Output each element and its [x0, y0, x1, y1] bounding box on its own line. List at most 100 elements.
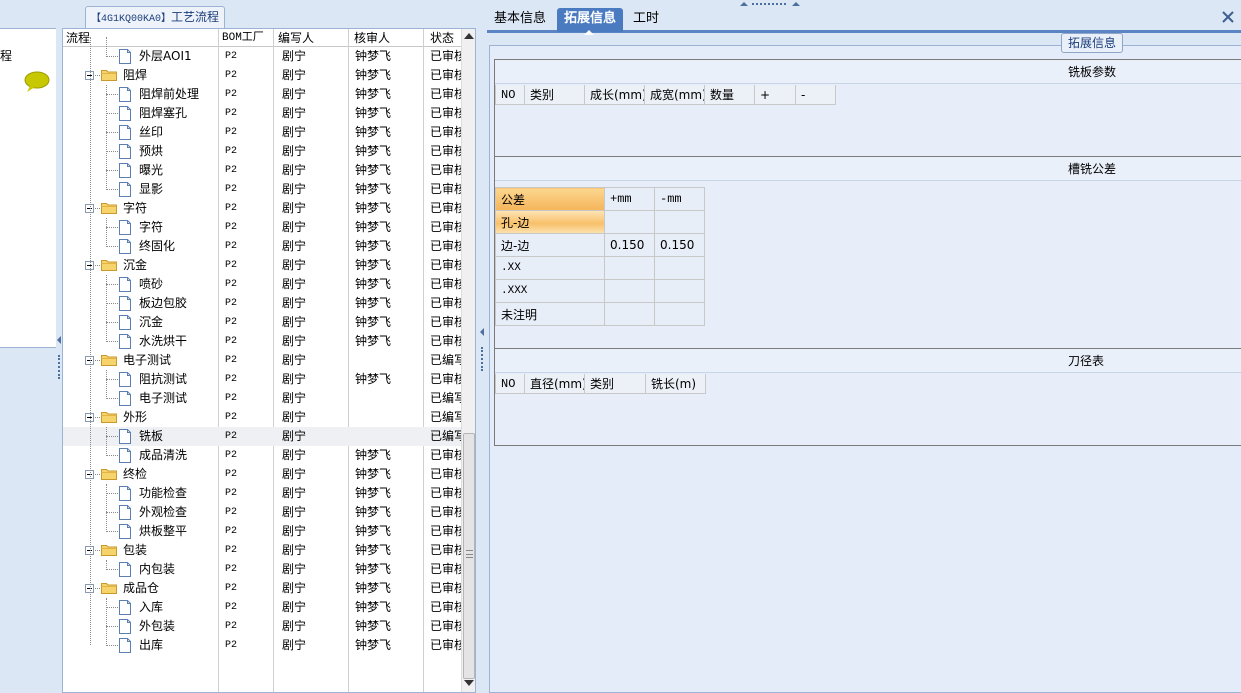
tree-node-label[interactable]: 铣板 [139, 427, 163, 446]
tree-row[interactable]: 预烘 P2 剧宁 钟梦飞 已审核 [63, 142, 461, 161]
tree-node-label[interactable]: 阻焊塞孔 [139, 104, 187, 123]
tree-node-label[interactable]: 阻焊 [123, 66, 147, 85]
tree-row[interactable]: 沉金 P2 剧宁 钟梦飞 已审核 [63, 256, 461, 275]
tolerance-row-label[interactable]: 孔-边 [495, 210, 605, 234]
tree-node-label[interactable]: 沉金 [123, 256, 147, 275]
tolerance-row-label[interactable]: .XXX [495, 279, 605, 303]
tree-row[interactable]: 电子测试 P2 剧宁 已编写 [63, 351, 461, 370]
tree-row[interactable]: 阻焊前处理 P2 剧宁 钟梦飞 已审核 [63, 85, 461, 104]
col-minus[interactable]: - [796, 85, 836, 105]
tree-node-label[interactable]: 板边包胶 [139, 294, 187, 313]
collapse-left-arrow-icon[interactable] [57, 336, 61, 344]
tree-vertical-scrollbar[interactable] [461, 29, 475, 692]
tree-node-label[interactable]: 水洗烘干 [139, 332, 187, 351]
tree-row[interactable]: 水洗烘干 P2 剧宁 钟梦飞 已审核 [63, 332, 461, 351]
tree-row[interactable]: 曝光 P2 剧宁 钟梦飞 已审核 [63, 161, 461, 180]
tree-node-label[interactable]: 电子测试 [139, 389, 187, 408]
tree-node-label[interactable]: 功能检查 [139, 484, 187, 503]
tab-extended-info[interactable]: 拓展信息 [557, 8, 624, 35]
tree-node-label[interactable]: 内包装 [139, 560, 175, 579]
tolerance-plus-value[interactable]: 0.150 [604, 233, 655, 257]
tree-row[interactable]: 喷砂 P2 剧宁 钟梦飞 已审核 [63, 275, 461, 294]
tree-row[interactable]: 终固化 P2 剧宁 钟梦飞 已审核 [63, 237, 461, 256]
tree-row[interactable]: 丝印 P2 剧宁 钟梦飞 已审核 [63, 123, 461, 142]
tree-node-label[interactable]: 阻焊前处理 [139, 85, 199, 104]
col-category[interactable]: 类别 [525, 85, 585, 105]
tolerance-minus-value[interactable] [654, 279, 705, 303]
tree-node-label[interactable]: 成品仓 [123, 579, 159, 598]
tree-row[interactable]: 板边包胶 P2 剧宁 钟梦飞 已审核 [63, 294, 461, 313]
tolerance-row-label[interactable]: 边-边 [495, 233, 605, 257]
tree-node-label[interactable]: 出库 [139, 636, 163, 655]
tree-row[interactable]: 烘板整平 P2 剧宁 钟梦飞 已审核 [63, 522, 461, 541]
tree-node-label[interactable]: 外包装 [139, 617, 175, 636]
col-no[interactable]: NO [495, 85, 525, 105]
col-category[interactable]: 类别 [585, 374, 646, 394]
tolerance-row-label[interactable]: 未注明 [495, 302, 605, 326]
tree-row[interactable]: 阻焊 P2 剧宁 钟梦飞 已审核 [63, 66, 461, 85]
tolerance-minus-value[interactable] [654, 302, 705, 326]
tree-node-label[interactable]: 包装 [123, 541, 147, 560]
close-icon[interactable] [1219, 8, 1237, 26]
tree-node-label[interactable]: 成品清洗 [139, 446, 187, 465]
tree-node-label[interactable]: 丝印 [139, 123, 163, 142]
tree-node-label[interactable]: 字符 [139, 218, 163, 237]
tolerance-row-label[interactable]: .XX [495, 256, 605, 280]
tolerance-plus-value[interactable] [604, 279, 655, 303]
tree-row[interactable]: 内包装 P2 剧宁 钟梦飞 已审核 [63, 560, 461, 579]
tolerance-plus-value[interactable] [604, 256, 655, 280]
scroll-thumb[interactable] [463, 433, 475, 679]
collapse-tree-arrow-icon[interactable] [480, 328, 484, 336]
col-quantity[interactable]: 数量 [705, 85, 755, 105]
tree-node-label[interactable]: 终检 [123, 465, 147, 484]
tree-node-label[interactable]: 喷砂 [139, 275, 163, 294]
scroll-up-arrow-icon[interactable] [464, 33, 474, 39]
plus-header-cell[interactable]: +mm [604, 187, 655, 211]
tree-node-label[interactable]: 烘板整平 [139, 522, 187, 541]
tree-row[interactable]: 字符 P2 剧宁 钟梦飞 已审核 [63, 218, 461, 237]
tree-node-label[interactable]: 显影 [139, 180, 163, 199]
tab-basic-info[interactable]: 基本信息 [487, 8, 553, 32]
tree-node-label[interactable]: 阻抗测试 [139, 370, 187, 389]
splitter-grip[interactable] [58, 355, 60, 379]
tree-node-label[interactable]: 字符 [123, 199, 147, 218]
scroll-down-arrow-icon[interactable] [464, 680, 474, 686]
tolerance-minus-value[interactable] [654, 256, 705, 280]
col-header-bom[interactable]: BOM工厂 [219, 29, 264, 47]
col-plus[interactable]: + [755, 85, 796, 105]
col-header-flow[interactable]: 流程 [63, 29, 90, 47]
col-width[interactable]: 成宽(mm) [645, 85, 705, 105]
col-diameter[interactable]: 直径(mm) [525, 374, 585, 394]
tree-row[interactable]: 成品仓 P2 剧宁 钟梦飞 已审核 [63, 579, 461, 598]
tolerance-minus-value[interactable]: 0.150 [654, 233, 705, 257]
col-length[interactable]: 成长(mm) [585, 85, 645, 105]
tree-row[interactable]: 外形 P2 剧宁 已编写 [63, 408, 461, 427]
col-header-writer[interactable]: 编写人 [275, 29, 314, 47]
tree-row[interactable]: 阻抗测试 P2 剧宁 钟梦飞 已审核 [63, 370, 461, 389]
tree-node-label[interactable]: 预烘 [139, 142, 163, 161]
tree-node-label[interactable]: 终固化 [139, 237, 175, 256]
col-no[interactable]: NO [495, 374, 525, 394]
col-mill-length[interactable]: 铣长(m) [646, 374, 706, 394]
tree-node-label[interactable]: 外层AOI1 [139, 47, 192, 66]
middle-splitter[interactable] [479, 0, 485, 693]
tree-row[interactable]: 外观检查 P2 剧宁 钟梦飞 已审核 [63, 503, 461, 522]
tree-row[interactable]: 出库 P2 剧宁 钟梦飞 已审核 [63, 636, 461, 655]
tree-row[interactable]: 阻焊塞孔 P2 剧宁 钟梦飞 已审核 [63, 104, 461, 123]
top-splitter-grip-icon[interactable] [740, 0, 800, 8]
tree-row[interactable]: 显影 P2 剧宁 钟梦飞 已审核 [63, 180, 461, 199]
minus-header-cell[interactable]: -mm [654, 187, 705, 211]
tree-row[interactable]: 终检 P2 剧宁 钟梦飞 已审核 [63, 465, 461, 484]
tolerance-minus-value[interactable] [654, 210, 705, 234]
tree-row[interactable]: 外包装 P2 剧宁 钟梦飞 已审核 [63, 617, 461, 636]
tree-row[interactable]: 功能检查 P2 剧宁 钟梦飞 已审核 [63, 484, 461, 503]
tree-row[interactable]: 包装 P2 剧宁 钟梦飞 已审核 [63, 541, 461, 560]
tree-row[interactable]: 字符 P2 剧宁 钟梦飞 已审核 [63, 199, 461, 218]
splitter-grip[interactable] [481, 347, 483, 371]
tolerance-header-cell[interactable]: 公差 [495, 187, 605, 211]
tree-node-label[interactable]: 曝光 [139, 161, 163, 180]
tree-row[interactable]: 外层AOI1 P2 剧宁 钟梦飞 已审核 [63, 47, 461, 66]
tree-row[interactable]: 电子测试 P2 剧宁 已编写 [63, 389, 461, 408]
tree-row[interactable]: 入库 P2 剧宁 钟梦飞 已审核 [63, 598, 461, 617]
tab-work-hours[interactable]: 工时 [626, 8, 666, 32]
